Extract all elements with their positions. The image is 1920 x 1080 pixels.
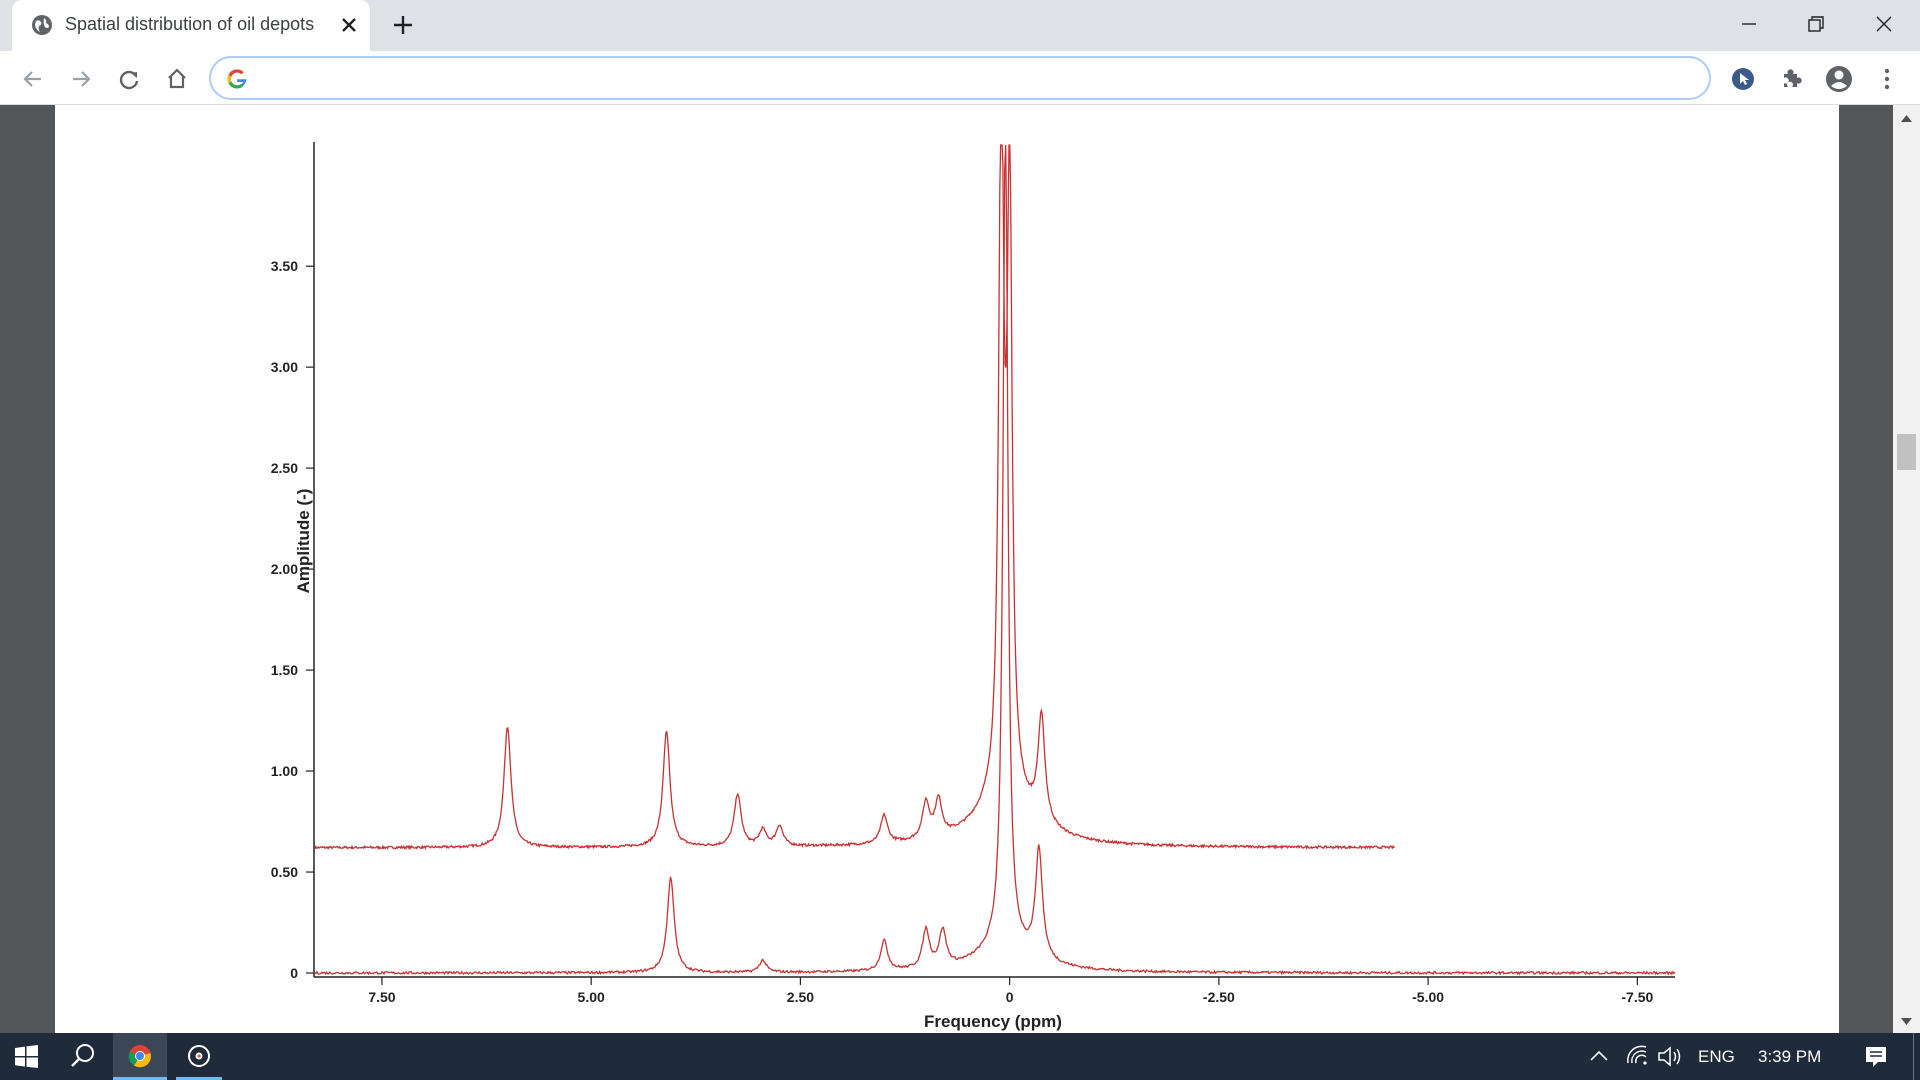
kebab-menu-icon[interactable] xyxy=(1872,64,1902,94)
scroll-down-icon[interactable] xyxy=(1900,1017,1913,1027)
x-tick-label: 0 xyxy=(1006,989,1014,1005)
y-tick-label: 3.00 xyxy=(271,359,298,375)
media-player-icon xyxy=(188,1045,210,1067)
chart-axes: 00.501.001.502.002.503.003.507.50 5.00 2.5… xyxy=(271,142,1675,1005)
taskbar-chrome[interactable] xyxy=(113,1033,167,1080)
search-icon[interactable] xyxy=(58,1033,106,1080)
scroll-up-icon[interactable] xyxy=(1900,113,1913,123)
y-tick-label: 1.00 xyxy=(271,763,298,779)
x-tick-label: 5.00 xyxy=(578,989,605,1005)
minimize-icon[interactable] xyxy=(1733,8,1765,40)
y-tick-label: 2.50 xyxy=(271,460,298,476)
wifi-icon[interactable] xyxy=(1624,1033,1650,1080)
taskbar-media-player[interactable] xyxy=(176,1033,222,1080)
tab-title: Spatial distribution of oil depots xyxy=(65,14,315,34)
scrollbar-thumb[interactable] xyxy=(1897,434,1916,470)
spectrum-series-group xyxy=(314,144,1676,976)
restore-icon[interactable] xyxy=(1800,8,1832,40)
chrome-icon xyxy=(128,1045,152,1068)
notification-icon[interactable] xyxy=(1856,1033,1896,1080)
puzzle-icon[interactable] xyxy=(1776,64,1806,94)
windows-taskbar: ENG 3:39 PM xyxy=(0,1033,1920,1080)
google-icon xyxy=(227,69,247,89)
show-desktop[interactable] xyxy=(1913,1033,1920,1080)
back-icon[interactable] xyxy=(18,64,48,94)
y-tick-label: 1.50 xyxy=(271,662,298,678)
document-page: 0 0.50 1.00 1.50 2.00 2.50 3.00 3.50 7.50 5.00 2.5… xyxy=(55,105,1839,1033)
address-input[interactable] xyxy=(261,64,1661,92)
y-axis-label: Amplitude (-) xyxy=(294,489,313,594)
x-tick-label: -2.50 xyxy=(1203,989,1235,1005)
x-tick-label: -7.50 xyxy=(1621,989,1653,1005)
vertical-scrollbar[interactable] xyxy=(1893,105,1920,1033)
x-tick-label: 2.50 xyxy=(787,989,814,1005)
spectrum-line-1 xyxy=(314,144,1395,851)
chevron-up-icon[interactable] xyxy=(1586,1033,1612,1080)
x-tick-label: -5.00 xyxy=(1412,989,1444,1005)
account-icon[interactable] xyxy=(1824,64,1854,94)
close-window-icon[interactable] xyxy=(1868,8,1900,40)
clock[interactable]: 3:39 PM xyxy=(1758,1047,1821,1067)
spectrum-line-2 xyxy=(314,144,1676,976)
close-icon[interactable] xyxy=(337,13,361,37)
language-indicator[interactable]: ENG xyxy=(1698,1047,1735,1067)
plus-icon[interactable] xyxy=(389,11,417,39)
x-tick-label: 7.50 xyxy=(368,989,395,1005)
home-icon[interactable] xyxy=(162,64,192,94)
reload-icon[interactable] xyxy=(114,64,144,94)
globe-icon xyxy=(32,15,52,35)
document-viewer[interactable]: 0 0.50 1.00 1.50 2.00 2.50 3.00 3.50 7.50 5.00 2.5… xyxy=(0,105,1920,1033)
tab-strip: Spatial distribution of oil depots xyxy=(0,0,1920,51)
browser-tab[interactable]: Spatial distribution of oil depots xyxy=(12,0,370,51)
y-tick-label: 0 xyxy=(290,965,298,981)
browser-toolbar xyxy=(0,51,1920,105)
y-tick-label: 3.50 xyxy=(271,258,298,274)
windows-start-icon[interactable] xyxy=(0,1033,52,1080)
forward-icon[interactable] xyxy=(66,64,96,94)
address-bar[interactable] xyxy=(209,56,1711,100)
extension-cursor-icon[interactable] xyxy=(1728,64,1758,94)
nmr-spectrum-chart: 00.501.001.502.002.503.003.507.50 5.00 2.5… xyxy=(271,142,1676,1031)
volume-icon[interactable] xyxy=(1656,1033,1686,1080)
x-axis-label: Frequency (ppm) xyxy=(924,1012,1062,1031)
y-tick-label: 0.50 xyxy=(271,864,298,880)
